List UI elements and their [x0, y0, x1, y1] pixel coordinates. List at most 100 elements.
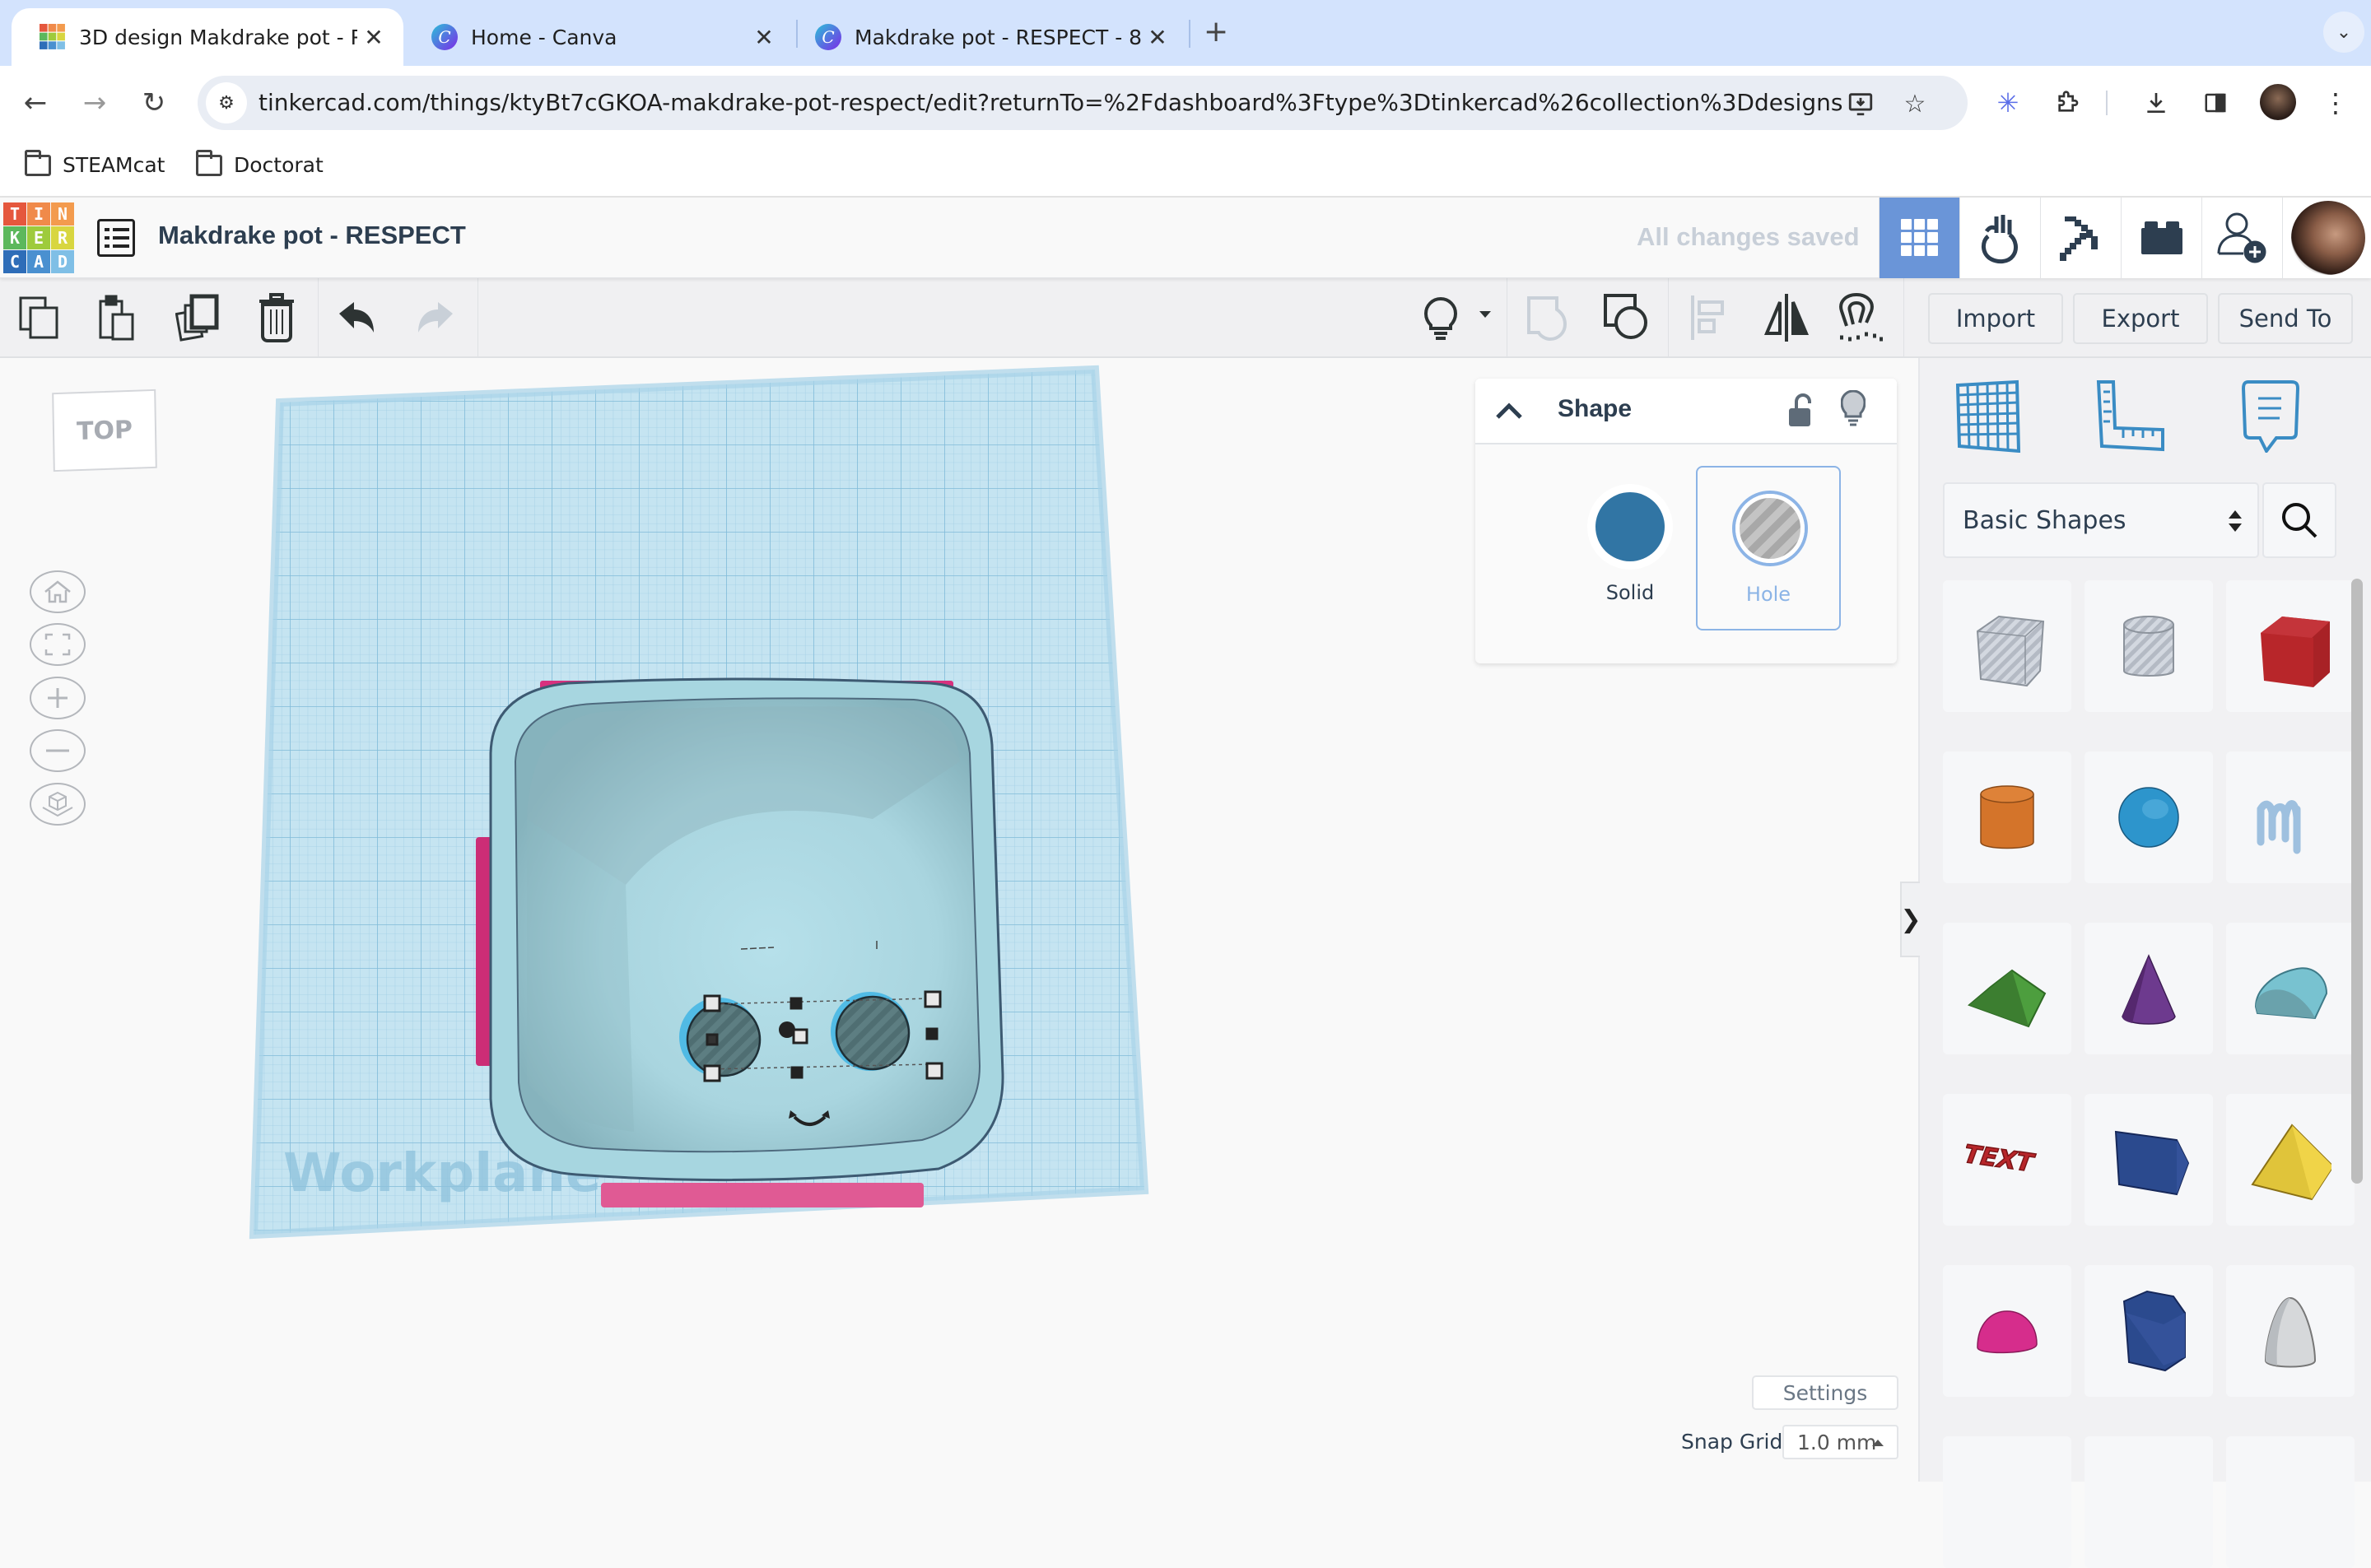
shape-tile-cone[interactable]	[2085, 923, 2213, 1054]
lightbulb-icon[interactable]	[1841, 390, 1866, 426]
shape-tile-roof[interactable]	[1943, 923, 2071, 1054]
workplane-scene[interactable]: Workplane	[247, 358, 1169, 1263]
duplicate-button[interactable]	[173, 293, 222, 342]
browser-tab-tinkercad[interactable]: 3D design Makdrake pot - RESPECT ✕	[12, 8, 403, 66]
design-title[interactable]: Makdrake pot - RESPECT	[158, 221, 466, 250]
undo-button[interactable]	[333, 293, 382, 342]
shape-tile-hexagonal-prism[interactable]	[2085, 1265, 2213, 1397]
bookmark-star-icon[interactable]: ☆	[1897, 86, 1933, 122]
notes-tool-button[interactable]	[2229, 375, 2312, 457]
url-text[interactable]: tinkercad.com/things/ktyBt7cGKOA-makdrak…	[259, 89, 1842, 116]
fit-all-button[interactable]	[30, 623, 86, 666]
workplane-tool-button[interactable]	[1946, 375, 2029, 457]
export-button[interactable]: Export	[2073, 293, 2208, 344]
zoom-out-button[interactable]	[30, 729, 86, 772]
resize-handle	[703, 1064, 721, 1082]
collapse-panel-button[interactable]: ❯	[1900, 882, 1921, 957]
hexagonal-prism-icon	[2122, 1290, 2186, 1372]
notes-light-button[interactable]	[1416, 293, 1465, 342]
tinkercad-logo[interactable]: TIN KER CAD	[3, 202, 76, 273]
add-user-icon	[2217, 212, 2266, 263]
invite-user-button[interactable]	[2201, 198, 2282, 278]
send-to-button[interactable]: Send To	[2218, 293, 2353, 344]
perspective-toggle-button[interactable]	[30, 783, 86, 826]
install-app-icon[interactable]	[1842, 86, 1879, 122]
logo-letter: A	[27, 250, 50, 273]
extensions-puzzle-icon[interactable]	[2047, 82, 2088, 123]
site-info-button[interactable]: ⚙	[206, 82, 247, 123]
downloads-icon[interactable]	[2136, 82, 2177, 123]
cruise-button[interactable]	[1838, 293, 1887, 342]
cylinder-icon	[1980, 785, 2034, 849]
reload-button[interactable]: ↻	[133, 82, 175, 123]
shape-tile-box[interactable]	[2226, 580, 2355, 712]
shape-tile-cylinder-hole[interactable]	[2085, 580, 2213, 712]
shape-tile-polygon[interactable]	[2085, 1094, 2213, 1226]
toolbar-divider	[477, 278, 478, 356]
resize-handle	[703, 994, 721, 1012]
logo-letter: T	[3, 202, 26, 226]
shape-tile-sphere[interactable]	[2085, 751, 2213, 883]
shape-tile-partial[interactable]	[2226, 1436, 2355, 1568]
3d-viewport[interactable]: TOP Workplane Shape Solid Hole Settings …	[0, 358, 1918, 1482]
blocks-view-button[interactable]	[1959, 198, 2040, 278]
chevron-up-icon[interactable]	[1495, 402, 1523, 420]
redo-button[interactable]	[410, 293, 459, 342]
settings-button[interactable]: Settings	[1752, 1375, 1898, 1410]
tab-search-button[interactable]: ⌄	[2323, 12, 2364, 53]
shape-tile-round-roof[interactable]	[2226, 923, 2355, 1054]
view-cube[interactable]: TOP	[52, 389, 157, 472]
shape-tile-paraboloid[interactable]	[2226, 1265, 2355, 1397]
align-button[interactable]	[1683, 293, 1732, 342]
user-profile-button[interactable]	[2282, 198, 2371, 278]
bookmark-steamcat[interactable]: STEAMcat	[25, 149, 165, 177]
browser-menu-icon[interactable]: ⋮	[2315, 82, 2356, 123]
shape-tile-text[interactable]: TEXT	[1943, 1094, 2071, 1226]
browser-tab-canva-design[interactable]: C Makdrake pot - RESPECT - 80 ✕	[799, 8, 1187, 66]
lego-view-button[interactable]	[2121, 198, 2201, 278]
shape-search-button[interactable]	[2262, 482, 2336, 558]
shape-tile-half-sphere[interactable]	[1943, 1265, 2071, 1397]
minecraft-view-button[interactable]	[2040, 198, 2121, 278]
fit-view-icon	[44, 633, 71, 656]
address-bar[interactable]: ⚙ tinkercad.com/things/ktyBt7cGKOA-makdr…	[198, 76, 1968, 130]
unlock-icon[interactable]	[1788, 393, 1811, 428]
import-button[interactable]: Import	[1928, 293, 2063, 344]
browser-profile-avatar[interactable]	[2260, 84, 2296, 120]
shape-tile-pyramid[interactable]	[2226, 1094, 2355, 1226]
browser-tab-canva-home[interactable]: C Home - Canva ✕	[403, 8, 794, 66]
ungroup-button[interactable]	[1602, 293, 1651, 342]
design-list-button[interactable]	[97, 219, 135, 257]
shape-tile-box-hole[interactable]	[1943, 580, 2071, 712]
paste-button[interactable]	[92, 293, 142, 342]
shape-library-scrollbar[interactable]	[2351, 579, 2363, 1184]
close-tab-icon[interactable]: ✕	[748, 24, 780, 51]
group-button[interactable]	[1523, 293, 1572, 342]
bookmark-doctorat[interactable]: Doctorat	[196, 149, 324, 177]
new-tab-button[interactable]: +	[1204, 15, 1228, 49]
logo-letter: D	[51, 250, 74, 273]
pot-object[interactable]	[489, 677, 1004, 1182]
shape-tile-cylinder[interactable]	[1943, 751, 2071, 883]
mirror-button[interactable]	[1762, 293, 1811, 342]
caret-down-icon[interactable]	[1479, 311, 1491, 318]
copy-button[interactable]	[15, 293, 64, 342]
shape-category-select[interactable]: Basic Shapes	[1943, 482, 2259, 558]
forward-button[interactable]: →	[74, 82, 115, 123]
shape-tile-partial[interactable]	[1943, 1436, 2071, 1568]
zoom-in-button[interactable]	[30, 677, 86, 719]
ruler-tool-button[interactable]	[2089, 375, 2172, 457]
delete-button[interactable]	[252, 293, 301, 342]
close-tab-icon[interactable]: ✕	[357, 24, 390, 51]
hole-option[interactable]: Hole	[1696, 466, 1841, 630]
shape-tile-partial[interactable]	[2085, 1436, 2213, 1568]
back-button[interactable]: ←	[15, 82, 56, 123]
extension-asterisk-icon[interactable]: ✳	[1987, 82, 2029, 123]
3d-design-view-button[interactable]	[1879, 198, 1959, 278]
home-view-button[interactable]	[30, 570, 86, 613]
side-panel-icon[interactable]	[2195, 82, 2236, 123]
snap-grid-select[interactable]: 1.0 mm	[1782, 1425, 1898, 1459]
shape-tile-scribble[interactable]	[2226, 751, 2355, 883]
close-tab-icon[interactable]: ✕	[1141, 24, 1174, 51]
solid-option[interactable]: Solid	[1558, 466, 1703, 630]
